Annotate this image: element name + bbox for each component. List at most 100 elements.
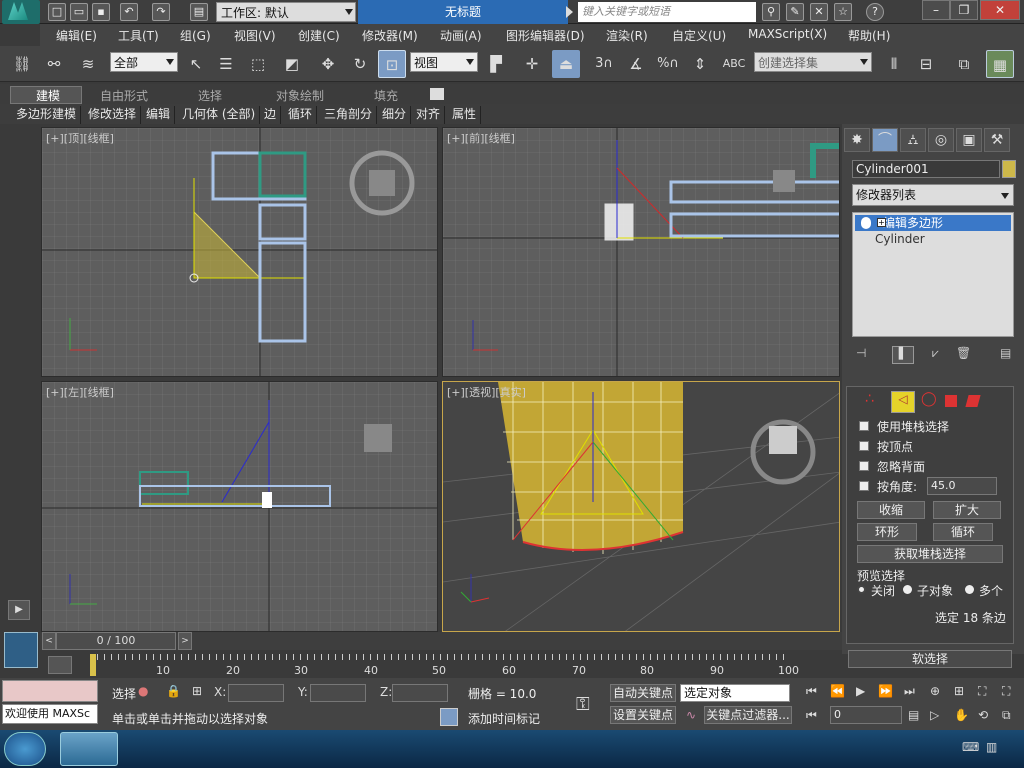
preview-multi-radio[interactable] [965,585,974,594]
taskbar-3dsmax-icon[interactable] [60,732,118,766]
viewport-front[interactable]: [+][前][线框] [442,127,840,377]
show-end-result-icon[interactable]: ▌ [892,346,914,364]
mirror-icon[interactable]: ⫴ [880,50,908,78]
menu-modifiers[interactable]: 修改器(M) [362,27,418,44]
ribbon-sub-edit[interactable]: 编辑 [142,106,176,124]
align-icon[interactable]: ⊟ [912,50,940,78]
new-file-icon[interactable]: □ [48,3,66,21]
loop-button[interactable]: 循环 [933,523,993,541]
app-logo-icon[interactable] [2,0,40,24]
viewport-left[interactable]: [+][左][线框] [41,381,438,632]
close-button[interactable]: ✕ [980,0,1020,20]
time-tag-icon[interactable] [440,708,458,726]
ribbon-sub-loops[interactable]: 循环 [284,106,318,124]
window-crossing-icon[interactable]: ◩ [278,50,306,78]
select-by-name-icon[interactable]: ☰ [212,50,240,78]
remove-modifier-icon[interactable]: 🗑 [956,346,971,360]
current-frame-marker[interactable] [90,654,96,676]
ribbon-sub-polymodeling[interactable]: 多边形建模 [12,106,82,124]
modifier-list-dropdown[interactable]: 修改器列表 [852,184,1014,206]
mini-curve-editor-icon[interactable] [48,656,72,674]
make-unique-icon[interactable]: ⩗ [932,346,939,361]
pivot-center-icon[interactable]: ▛ [482,50,510,78]
modify-tab-icon[interactable]: ⌒ [872,128,898,152]
next-key-icon[interactable]: ⏩ [878,684,893,698]
stack-item-cylinder[interactable]: Cylinder [855,231,1011,247]
menu-maxscript[interactable]: MAXScript(X) [748,27,827,41]
expand-plus-icon[interactable]: + [877,218,886,227]
grow-button[interactable]: 扩大 [933,501,1001,519]
selection-filter-dropdown[interactable]: 全部 [110,52,178,72]
pin-stack-icon[interactable]: ⊣ [856,346,866,360]
ribbon-tab-object-paint[interactable]: 对象绘制 [276,87,324,104]
link-icon[interactable]: ⛓ [8,50,36,78]
auto-key-button[interactable]: 自动关键点 [610,684,676,702]
bind-space-warp-icon[interactable]: ≋ [74,50,102,78]
snaps-toggle-icon[interactable]: 3∩ [590,50,618,78]
expand-arrow-icon[interactable] [566,6,573,18]
graphite-tools-icon[interactable]: ▦ [986,50,1014,78]
selection-lock-icon[interactable]: 🔒 [166,684,181,698]
undo-icon[interactable]: ↶ [120,3,138,21]
rotate-icon[interactable]: ↻ [346,50,374,78]
preview-off-radio[interactable] [857,585,866,594]
menu-rendering[interactable]: 渲染(R) [606,27,648,44]
ribbon-sub-align[interactable]: 对齐 [412,106,446,124]
prev-key-icon[interactable]: ⏪ [830,684,845,698]
menu-edit[interactable]: 编辑(E) [56,27,97,44]
reference-coord-dropdown[interactable]: 视图 [410,52,478,72]
shrink-button[interactable]: 收缩 [857,501,925,519]
ribbon-sub-modify-selection[interactable]: 修改选择 [84,106,142,124]
scale-icon[interactable]: ⊡ [378,50,406,78]
by-angle-checkbox[interactable] [859,481,869,491]
project-folder-icon[interactable]: ▤ [190,3,208,21]
lightbulb-icon[interactable] [861,217,871,229]
z-coord-input[interactable] [392,684,448,702]
ignore-backface-checkbox[interactable] [859,461,869,471]
current-frame-input[interactable]: 0 [830,706,902,724]
set-key-icon[interactable]: ⚿ [576,694,590,715]
polygon-mode-icon[interactable] [945,395,957,407]
preview-subobj-radio[interactable] [903,585,912,594]
select-object-icon[interactable]: ↖ [182,50,210,78]
ribbon-sub-properties[interactable]: 属性 [448,106,482,124]
menu-customize[interactable]: 自定义(U) [672,27,726,44]
expand-panel-icon[interactable]: ▶ [8,600,30,620]
zoom-all-icon[interactable]: ⊞ [954,684,964,698]
viewport-layout-icon[interactable] [4,632,38,668]
binoculars-icon[interactable]: ⚲ [762,3,780,21]
prev-frame-icon[interactable]: < [42,632,56,650]
maxscript-mini-listener[interactable]: 欢迎使用 MAXSc [2,704,98,724]
menu-tools[interactable]: 工具(T) [118,27,159,44]
next-frame-icon[interactable]: > [178,632,192,650]
keyboard-shortcut-toggle-icon[interactable]: ⏏ [552,50,580,78]
maximize-viewport-icon[interactable]: ⧉ [1002,708,1011,723]
viewport-top[interactable]: [+][顶][线框] [41,127,438,377]
spinner-snap-icon[interactable]: ⇕ [686,50,714,78]
favorites-star-icon[interactable]: ☆ [834,3,852,21]
modifier-stack[interactable]: 编辑多边形 + Cylinder [852,212,1014,337]
viewport-left-label[interactable]: [+][左][线框] [46,384,114,400]
pan-icon[interactable]: ✋ [954,708,969,722]
use-stack-checkbox[interactable] [859,421,869,431]
ribbon-tab-freeform[interactable]: 自由形式 [100,87,148,104]
set-key-button[interactable]: 设置关键点 [610,706,676,724]
key-filter-icon[interactable]: ∿ [686,708,696,722]
workspace-dropdown[interactable]: 工作区: 默认 [216,2,356,22]
goto-end-icon[interactable]: ⏭ [904,684,915,699]
menu-help[interactable]: 帮助(H) [848,27,890,44]
redo-icon[interactable]: ↷ [152,3,170,21]
angle-input[interactable]: 45.0 [927,477,997,495]
viewport-persp-label[interactable]: [+][透视][真实] [447,384,526,400]
time-slider[interactable]: 0 / 100 [56,632,176,650]
menu-graph-editors[interactable]: 图形编辑器(D) [506,27,585,44]
save-icon[interactable]: ▪ [92,3,110,21]
named-selection-dropdown[interactable]: 创建选择集 [754,52,872,72]
menu-animation[interactable]: 动画(A) [440,27,482,44]
fov-icon[interactable]: ▷ [930,708,939,722]
motion-tab-icon[interactable]: ◎ [928,128,954,152]
get-stack-selection-button[interactable]: 获取堆栈选择 [857,545,1003,563]
element-mode-icon[interactable] [965,395,981,407]
ribbon-tab-modeling[interactable]: 建模 [36,87,60,104]
object-color-swatch[interactable] [1002,160,1016,178]
